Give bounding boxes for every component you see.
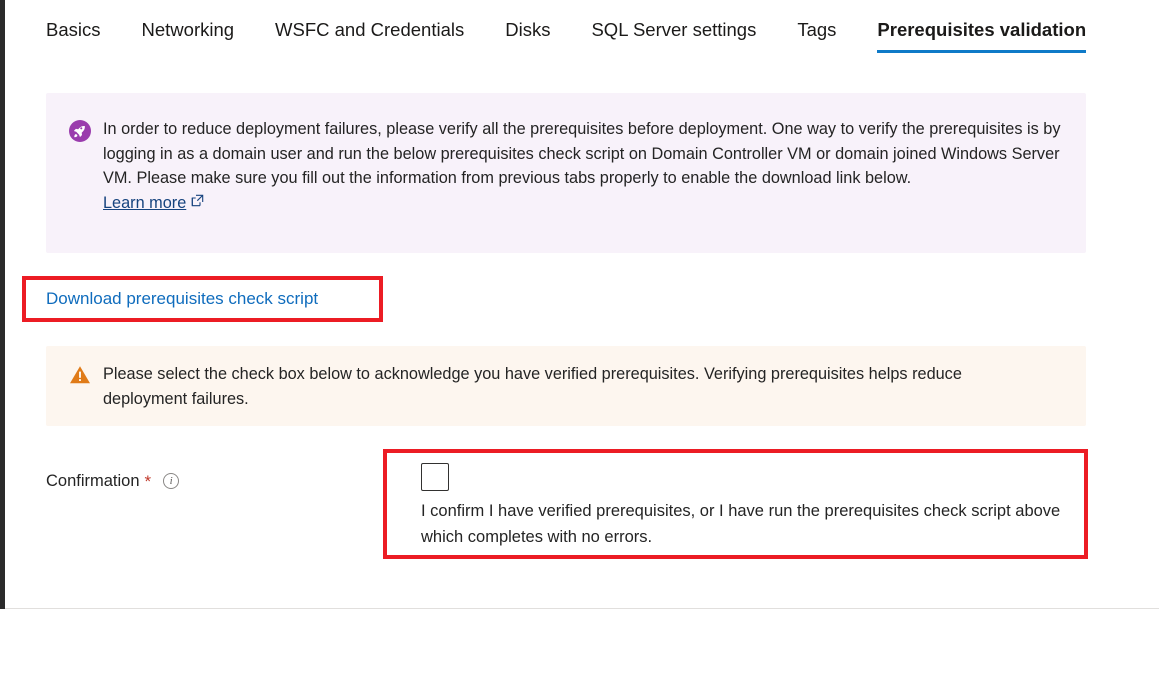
tab-basics[interactable]: Basics (46, 18, 101, 56)
warning-banner-content: Please select the check box below to ack… (69, 362, 1068, 411)
confirmation-label: Confirmation (46, 472, 140, 490)
info-banner-text: In order to reduce deployment failures, … (103, 120, 1061, 187)
page-root: Basics Networking WSFC and Credentials D… (0, 0, 1159, 688)
info-icon[interactable]: i (163, 473, 180, 489)
confirmation-field: I confirm I have verified prerequisites,… (421, 463, 1071, 550)
confirmation-label-group: Confirmation * i (46, 470, 180, 492)
confirmation-checkbox-label[interactable]: I confirm I have verified prerequisites,… (421, 498, 1069, 550)
info-banner-content: In order to reduce deployment failures, … (69, 117, 1068, 213)
learn-more-link[interactable]: Learn more (103, 193, 204, 213)
external-link-icon (191, 193, 204, 212)
tab-sql-server-settings[interactable]: SQL Server settings (591, 18, 756, 56)
warning-triangle-icon (69, 365, 91, 390)
tab-prerequisites-validation[interactable]: Prerequisites validation (877, 18, 1086, 56)
required-marker: * (144, 471, 152, 491)
tab-networking[interactable]: Networking (142, 18, 235, 56)
wizard-tab-bar: Basics Networking WSFC and Credentials D… (46, 18, 1146, 66)
confirmation-checkbox[interactable] (421, 463, 449, 491)
tab-disks[interactable]: Disks (505, 18, 550, 56)
info-banner-text-block: In order to reduce deployment failures, … (103, 117, 1068, 213)
download-prerequisites-check-script-link[interactable]: Download prerequisites check script (46, 287, 318, 311)
wizard-footer: Review + create < Previous Next : Review… (0, 609, 1159, 688)
learn-more-label: Learn more (103, 193, 187, 212)
tab-wsfc-and-credentials[interactable]: WSFC and Credentials (275, 18, 464, 56)
tab-tags[interactable]: Tags (797, 18, 836, 56)
rocket-icon (69, 120, 91, 142)
warning-banner-text: Please select the check box below to ack… (103, 365, 962, 408)
info-banner: In order to reduce deployment failures, … (46, 93, 1086, 253)
warning-banner: Please select the check box below to ack… (46, 346, 1086, 426)
viewport-left-edge (0, 0, 5, 688)
